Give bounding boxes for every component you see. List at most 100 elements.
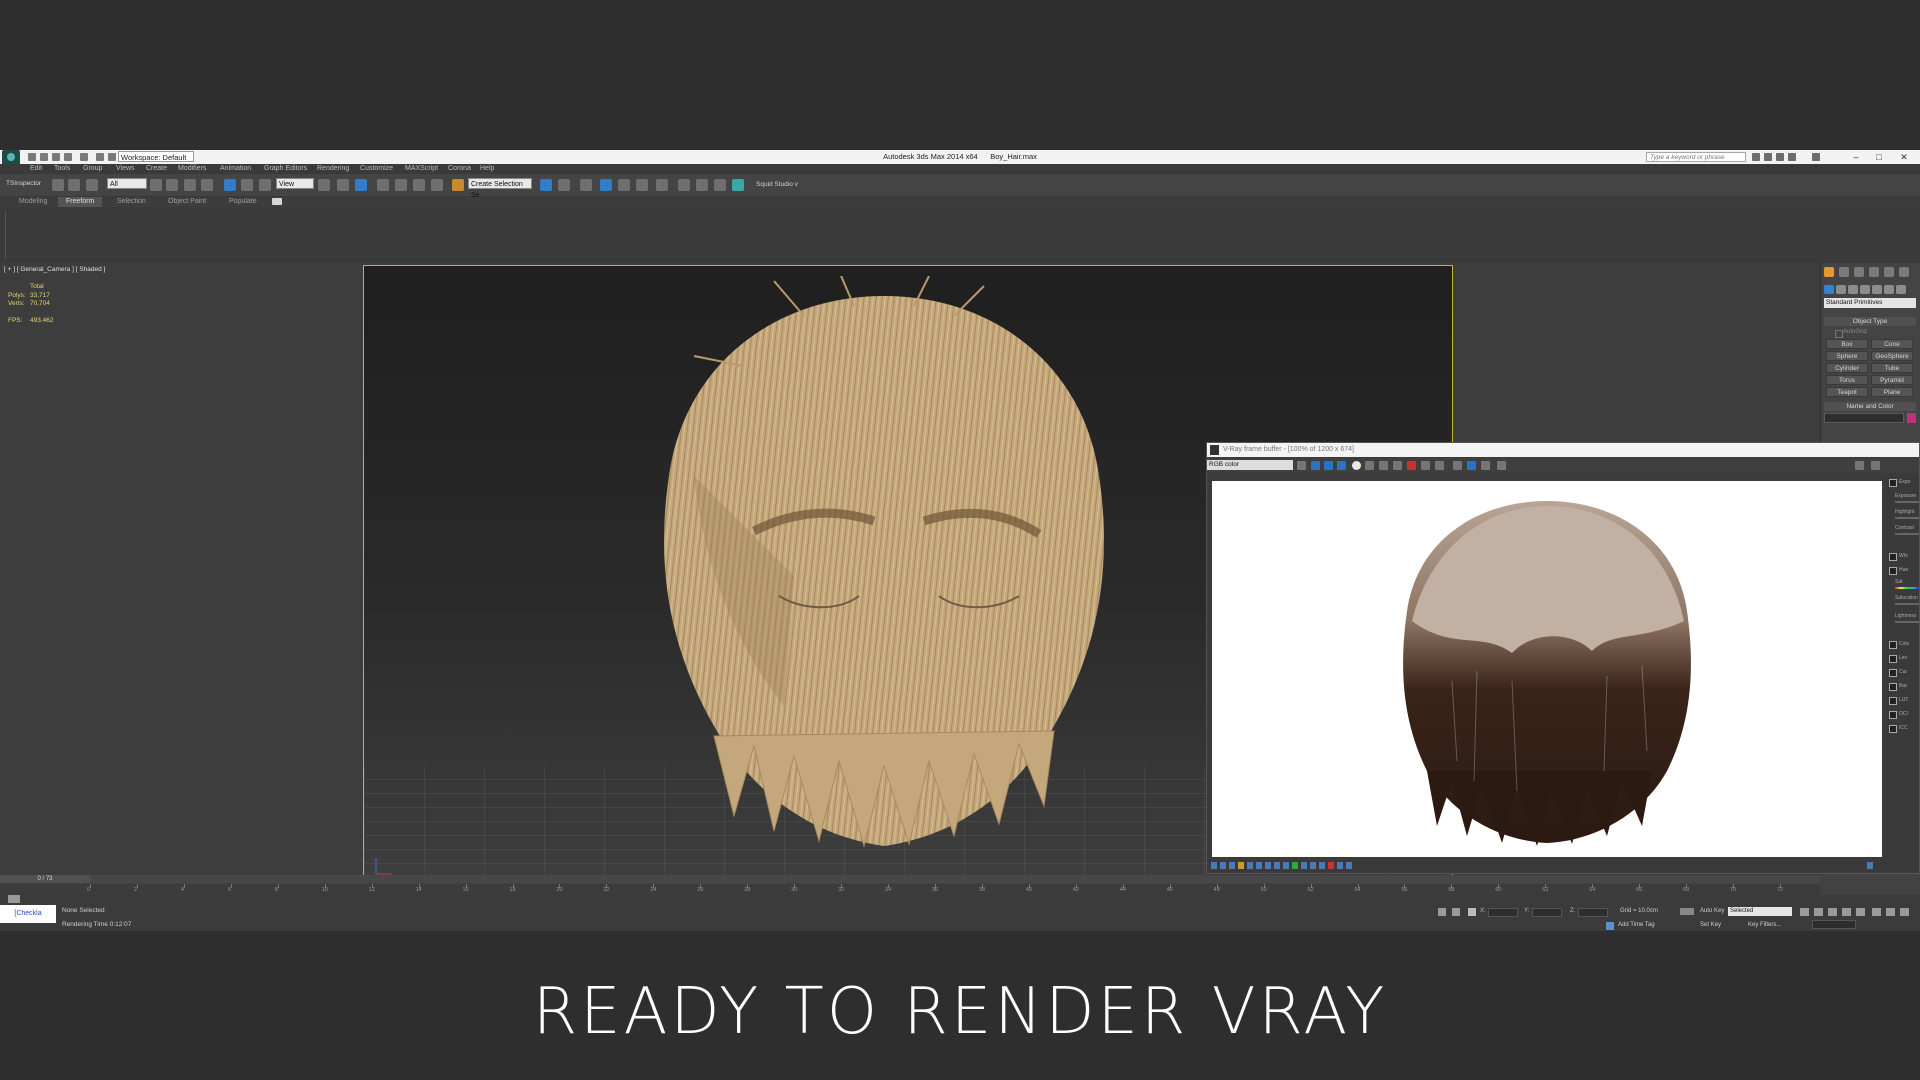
- object-category-dropdown[interactable]: Standard Primitives: [1824, 298, 1916, 308]
- key-filters-button[interactable]: Key Filters...: [1748, 922, 1781, 928]
- save-image-icon[interactable]: [1297, 461, 1306, 470]
- object-name-input[interactable]: [1824, 413, 1904, 423]
- exposure-checkbox[interactable]: [1889, 479, 1897, 487]
- viewport-label[interactable]: [ + ] [ General_Camera ] [ Shaded ]: [4, 266, 105, 273]
- cone-button[interactable]: Cone: [1871, 339, 1913, 349]
- track-bar[interactable]: 0 2 4 6 8 10 12 14 16 18 20 22 24 26 28 30 32 34 36 38 40 42 4…: [0, 884, 1820, 895]
- bind-space-warp-icon[interactable]: [86, 179, 98, 191]
- maxscript-listener-icon[interactable]: [8, 895, 20, 903]
- menu-create[interactable]: Create: [146, 165, 167, 172]
- saturation-slider[interactable]: [1895, 603, 1919, 605]
- close-button[interactable]: ✕: [1893, 151, 1915, 163]
- region-render-icon[interactable]: [1453, 461, 1462, 470]
- hierarchy-panel-icon[interactable]: [1854, 267, 1864, 277]
- rendered-frame-window-icon[interactable]: [696, 179, 708, 191]
- angle-snap-icon[interactable]: [395, 179, 407, 191]
- pan-icon[interactable]: [1886, 908, 1895, 916]
- display-panel-icon[interactable]: [1884, 267, 1894, 277]
- vfb-status-icon-8[interactable]: [1274, 862, 1280, 869]
- create-panel-icon[interactable]: [1824, 267, 1834, 277]
- white-balance-checkbox[interactable]: [1889, 553, 1897, 561]
- time-tag-icon[interactable]: [1606, 922, 1614, 930]
- motion-panel-icon[interactable]: [1869, 267, 1879, 277]
- cylinder-button[interactable]: Cylinder: [1826, 363, 1868, 373]
- green-channel-icon[interactable]: [1324, 461, 1333, 470]
- ribbon-options-icon[interactable]: [272, 198, 282, 205]
- tube-button[interactable]: Tube: [1871, 363, 1913, 373]
- menu-maxscript[interactable]: MAXScript: [405, 165, 438, 172]
- name-and-color-rollout[interactable]: Name and Color: [1824, 402, 1916, 411]
- absolute-mode-icon[interactable]: [1468, 908, 1476, 916]
- menu-help[interactable]: Help: [480, 165, 494, 172]
- unlink-icon[interactable]: [68, 179, 80, 191]
- key-mode-dropdown[interactable]: Selected: [1728, 907, 1792, 916]
- plane-button[interactable]: Plane: [1871, 387, 1913, 397]
- autogrid-checkbox[interactable]: AutoGrid: [1835, 329, 1867, 338]
- sphere-button[interactable]: Sphere: [1826, 351, 1868, 361]
- named-selection-dropdown[interactable]: Create Selection Se: [468, 178, 532, 199]
- shapes-icon[interactable]: [1836, 285, 1846, 294]
- auto-key-button[interactable]: Auto Key: [1700, 908, 1724, 914]
- highlight-slider[interactable]: [1895, 517, 1919, 519]
- tab-selection[interactable]: Selection: [117, 198, 146, 205]
- tsinspector-label[interactable]: TSInspector: [6, 180, 41, 187]
- menu-animation[interactable]: Animation: [220, 165, 251, 172]
- tab-modeling[interactable]: Modeling: [19, 198, 47, 205]
- hair-model-viewport[interactable]: [624, 276, 1144, 876]
- subscription-icon[interactable]: [1764, 153, 1772, 161]
- icc-checkbox[interactable]: [1889, 725, 1897, 733]
- maxscript-mini-listener[interactable]: [Checkla: [0, 905, 56, 923]
- vfb-status-icon-5[interactable]: [1247, 862, 1253, 869]
- z-coordinate-field[interactable]: [1578, 908, 1608, 917]
- vfb-status-icon-14[interactable]: [1328, 862, 1334, 869]
- object-color-swatch[interactable]: [1907, 413, 1916, 423]
- menu-graph-editors[interactable]: Graph Editors: [264, 165, 307, 172]
- favorites-icon[interactable]: [1788, 153, 1796, 161]
- graphite-toolbar-icon[interactable]: [600, 179, 612, 191]
- vfb-status-icon-9[interactable]: [1283, 862, 1289, 869]
- lock-selection-icon[interactable]: [1438, 908, 1446, 916]
- lights-icon[interactable]: [1848, 285, 1858, 294]
- box-button[interactable]: Box: [1826, 339, 1868, 349]
- snaps-toggle-icon[interactable]: [377, 179, 389, 191]
- spinner-snap-icon[interactable]: [431, 179, 443, 191]
- pivot-center-icon[interactable]: [318, 179, 330, 191]
- color-balance-checkbox[interactable]: [1889, 641, 1897, 649]
- space-warps-icon[interactable]: [1884, 285, 1894, 294]
- helpers-icon[interactable]: [1872, 285, 1882, 294]
- ocio-checkbox[interactable]: [1889, 711, 1897, 719]
- maximize-button[interactable]: □: [1868, 151, 1890, 163]
- vfb-status-icon-2[interactable]: [1220, 862, 1226, 869]
- curve-editor-icon[interactable]: [618, 179, 630, 191]
- help-search-input[interactable]: Type a keyword or phrase: [1646, 152, 1746, 162]
- hue-checkbox[interactable]: [1889, 567, 1897, 575]
- select-link-icon[interactable]: [52, 179, 64, 191]
- vfb-status-icon-3[interactable]: [1229, 862, 1235, 869]
- edit-named-selection-icon[interactable]: [452, 179, 464, 191]
- vfb-status-icon-15[interactable]: [1337, 862, 1343, 869]
- link-to-vfb-icon[interactable]: [1481, 461, 1490, 470]
- vfb-status-icon-10[interactable]: [1292, 862, 1298, 869]
- menu-rendering[interactable]: Rendering: [317, 165, 349, 172]
- x-coordinate-field[interactable]: [1488, 908, 1518, 917]
- vfb-status-icon-12[interactable]: [1310, 862, 1316, 869]
- previous-frame-icon[interactable]: [1814, 908, 1823, 916]
- track-mouse-icon[interactable]: [1435, 461, 1444, 470]
- current-frame-field[interactable]: [1812, 920, 1856, 929]
- minimize-button[interactable]: –: [1845, 151, 1867, 163]
- menu-views[interactable]: Views: [116, 165, 135, 172]
- pyramid-button[interactable]: Pyramid: [1871, 375, 1913, 385]
- contrast-slider[interactable]: [1895, 533, 1919, 535]
- cameras-icon[interactable]: [1860, 285, 1870, 294]
- vfb-status-icon-6[interactable]: [1256, 862, 1262, 869]
- select-by-name-icon[interactable]: [166, 179, 178, 191]
- selection-filter-dropdown[interactable]: All: [107, 178, 147, 189]
- levels-checkbox[interactable]: [1889, 655, 1897, 663]
- vfb-status-icon-13[interactable]: [1319, 862, 1325, 869]
- y-coordinate-field[interactable]: [1532, 908, 1562, 917]
- menu-group[interactable]: Group: [83, 165, 102, 172]
- reference-coordinate-dropdown[interactable]: View: [276, 178, 314, 189]
- render-last-icon[interactable]: [1467, 461, 1476, 470]
- render-production-icon[interactable]: [714, 179, 726, 191]
- hue-slider[interactable]: [1895, 587, 1919, 589]
